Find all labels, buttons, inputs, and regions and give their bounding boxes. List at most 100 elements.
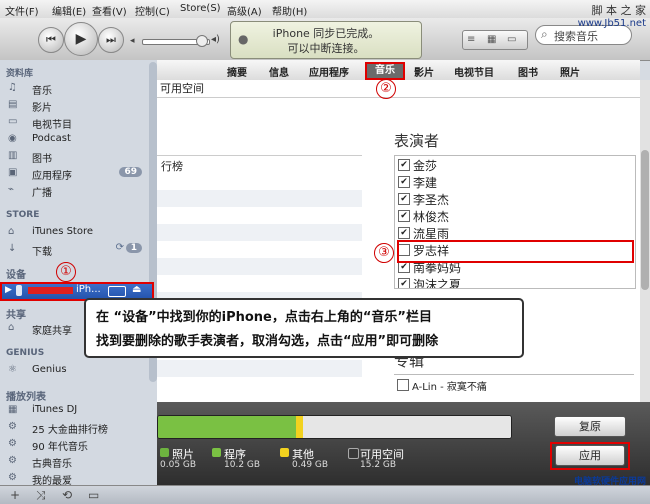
- tab-movies[interactable]: 影片: [414, 64, 434, 79]
- apply-button[interactable]: 应用: [555, 445, 625, 466]
- play-button[interactable]: ▶: [64, 22, 98, 56]
- sidebar-item-books[interactable]: ▥ 图书: [6, 148, 146, 165]
- tab-music[interactable]: 音乐: [365, 62, 405, 80]
- artist-row[interactable]: ✔ 林俊杰: [395, 207, 635, 224]
- annotation-1: ①: [56, 262, 76, 282]
- album-name: A-Lin - 寂寞不痛: [412, 382, 487, 393]
- sidebar-item-label: 家庭共享: [32, 326, 72, 337]
- tab-apps[interactable]: 应用程序: [309, 64, 349, 79]
- sidebar-item-label: 下载: [32, 247, 52, 258]
- gear-icon: ⚙: [8, 472, 17, 483]
- artist-checkbox[interactable]: ✔: [398, 176, 410, 188]
- artist-checkbox[interactable]: ✔: [398, 193, 410, 205]
- free-space-label: 可用空间: [160, 82, 204, 95]
- album-list[interactable]: A-Lin - 寂寞不痛: [394, 374, 634, 403]
- artist-row[interactable]: ✔ 李圣杰: [395, 190, 635, 207]
- album-checkbox[interactable]: [397, 379, 409, 391]
- gear-icon: ⚙: [8, 438, 17, 449]
- sidebar-item-podcast[interactable]: ◉ Podcast: [6, 131, 146, 147]
- list-item[interactable]: [157, 275, 362, 292]
- tab-bar: 摘要 信息 应用程序 音乐 影片 电视节目 图书 照片: [157, 60, 640, 81]
- next-icon: ⏭: [106, 33, 116, 46]
- revert-button[interactable]: 复原: [554, 416, 626, 437]
- watermark-url: www.Jb51.net: [577, 18, 646, 29]
- add-playlist-icon[interactable]: +: [10, 488, 20, 502]
- repeat-icon[interactable]: ⟲: [62, 488, 72, 502]
- sidebar-item-90s[interactable]: ⚙ 90 年代音乐: [6, 436, 146, 453]
- tv-icon: ▭: [8, 116, 18, 127]
- sidebar-item-itunes-store[interactable]: ⌂ iTunes Store: [6, 224, 146, 240]
- volume-knob[interactable]: [196, 35, 208, 47]
- sidebar-item-tv[interactable]: ▭ 电视节目: [6, 114, 146, 131]
- legend-swatch: [348, 448, 359, 459]
- coverflow-view-icon[interactable]: ▭: [507, 34, 516, 45]
- list-item[interactable]: [157, 241, 362, 258]
- tab-tv[interactable]: 电视节目: [454, 64, 494, 79]
- eject-icon[interactable]: ⏏: [132, 284, 141, 295]
- menu-view[interactable]: 查看(V): [92, 3, 127, 18]
- next-button[interactable]: ⏭: [98, 27, 124, 53]
- playlist-list[interactable]: 行榜: [157, 155, 362, 401]
- list-item[interactable]: [157, 190, 362, 207]
- shared-header: 共享: [6, 310, 26, 321]
- legend-swatch: [160, 448, 169, 457]
- artist-checkbox[interactable]: ✔: [398, 210, 410, 222]
- list-item[interactable]: [157, 258, 362, 275]
- sidebar-item-music[interactable]: ♫ 音乐: [6, 80, 146, 97]
- sidebar-item-top25[interactable]: ⚙ 25 大金曲排行榜: [6, 419, 146, 436]
- sidebar-item-apps[interactable]: ▣ 应用程序 69: [6, 165, 146, 182]
- legend-size: 0.05 GB: [160, 460, 197, 470]
- capacity-segment-apps: [158, 416, 296, 438]
- previous-button[interactable]: ⏮: [38, 27, 64, 53]
- menu-file[interactable]: 文件(F): [5, 3, 39, 18]
- menu-edit[interactable]: 编辑(E): [52, 3, 86, 18]
- menu-store[interactable]: Store(S): [180, 3, 221, 14]
- artist-row[interactable]: ✔ 泡沫之夏: [395, 275, 635, 288]
- artist-row[interactable]: ✔ 流星雨: [395, 224, 635, 241]
- menu-control[interactable]: 控制(C): [135, 3, 170, 18]
- menu-bar: 文件(F) 编辑(E) 查看(V) 控制(C) Store(S) 高级(A) 帮…: [0, 0, 650, 19]
- book-icon: ▥: [8, 150, 18, 161]
- disclosure-triangle-icon[interactable]: ▶: [5, 285, 12, 295]
- status-line-2: 可以中断连接。: [287, 42, 365, 55]
- tab-summary[interactable]: 摘要: [227, 64, 247, 79]
- main-scrollbar[interactable]: [640, 80, 650, 402]
- artist-row[interactable]: ✔ 金莎: [395, 156, 635, 173]
- list-item[interactable]: [157, 224, 362, 241]
- list-item[interactable]: [157, 207, 362, 224]
- volume-low-icon: ◂: [130, 36, 135, 46]
- sidebar-item-downloads[interactable]: ↓ 下载 ⟳ 1: [6, 241, 146, 258]
- tab-photos[interactable]: 照片: [560, 64, 580, 79]
- album-row[interactable]: A-Lin - 寂寞不痛: [394, 376, 634, 393]
- grid-view-icon[interactable]: ▦: [487, 34, 496, 45]
- sidebar-item-movies[interactable]: ▤ 影片: [6, 97, 146, 114]
- list-view-icon[interactable]: ≡: [467, 34, 475, 45]
- podcast-icon: ◉: [8, 133, 17, 144]
- previous-icon: ⏮: [46, 33, 56, 46]
- scroll-thumb[interactable]: [641, 150, 649, 290]
- artist-checkbox[interactable]: ✔: [398, 227, 410, 239]
- list-item[interactable]: [157, 360, 362, 377]
- artist-checkbox[interactable]: ✔: [398, 159, 410, 171]
- view-buttons[interactable]: ≡ ▦ ▭: [462, 30, 528, 50]
- sidebar-item-label: 广播: [32, 188, 52, 199]
- capacity-segment-free: [303, 416, 511, 438]
- sidebar-item-genius[interactable]: ⚛ Genius: [6, 362, 146, 378]
- menu-advanced[interactable]: 高级(A): [227, 3, 262, 18]
- tab-info[interactable]: 信息: [269, 64, 289, 79]
- sidebar-item-itunes-dj[interactable]: ▦ iTunes DJ: [6, 402, 146, 418]
- sidebar-item-radio[interactable]: ⌁ 广播: [6, 182, 146, 199]
- film-icon: ▤: [8, 99, 18, 110]
- redacted-name: [28, 287, 73, 294]
- sidebar-item-classical[interactable]: ⚙ 古典音乐: [6, 453, 146, 470]
- sidebar-item-favorites[interactable]: ⚙ 我的最爱: [6, 470, 146, 487]
- menu-help[interactable]: 帮助(H): [272, 3, 307, 18]
- artist-checkbox[interactable]: ✔: [398, 278, 410, 288]
- artist-list[interactable]: ✔ 金莎 ✔ 李建 ✔ 李圣杰 ✔ 林俊杰 ✔ 流星雨 罗志祥 ✔ 南拳妈妈 ✔ 泡沫之夏: [394, 155, 636, 289]
- tab-books[interactable]: 图书: [518, 64, 538, 79]
- list-item[interactable]: [157, 377, 362, 394]
- show-artwork-icon[interactable]: ▭: [88, 488, 99, 502]
- artist-row[interactable]: ✔ 李建: [395, 173, 635, 190]
- shuffle-icon[interactable]: ⤨: [36, 488, 46, 503]
- list-item[interactable]: [157, 173, 362, 190]
